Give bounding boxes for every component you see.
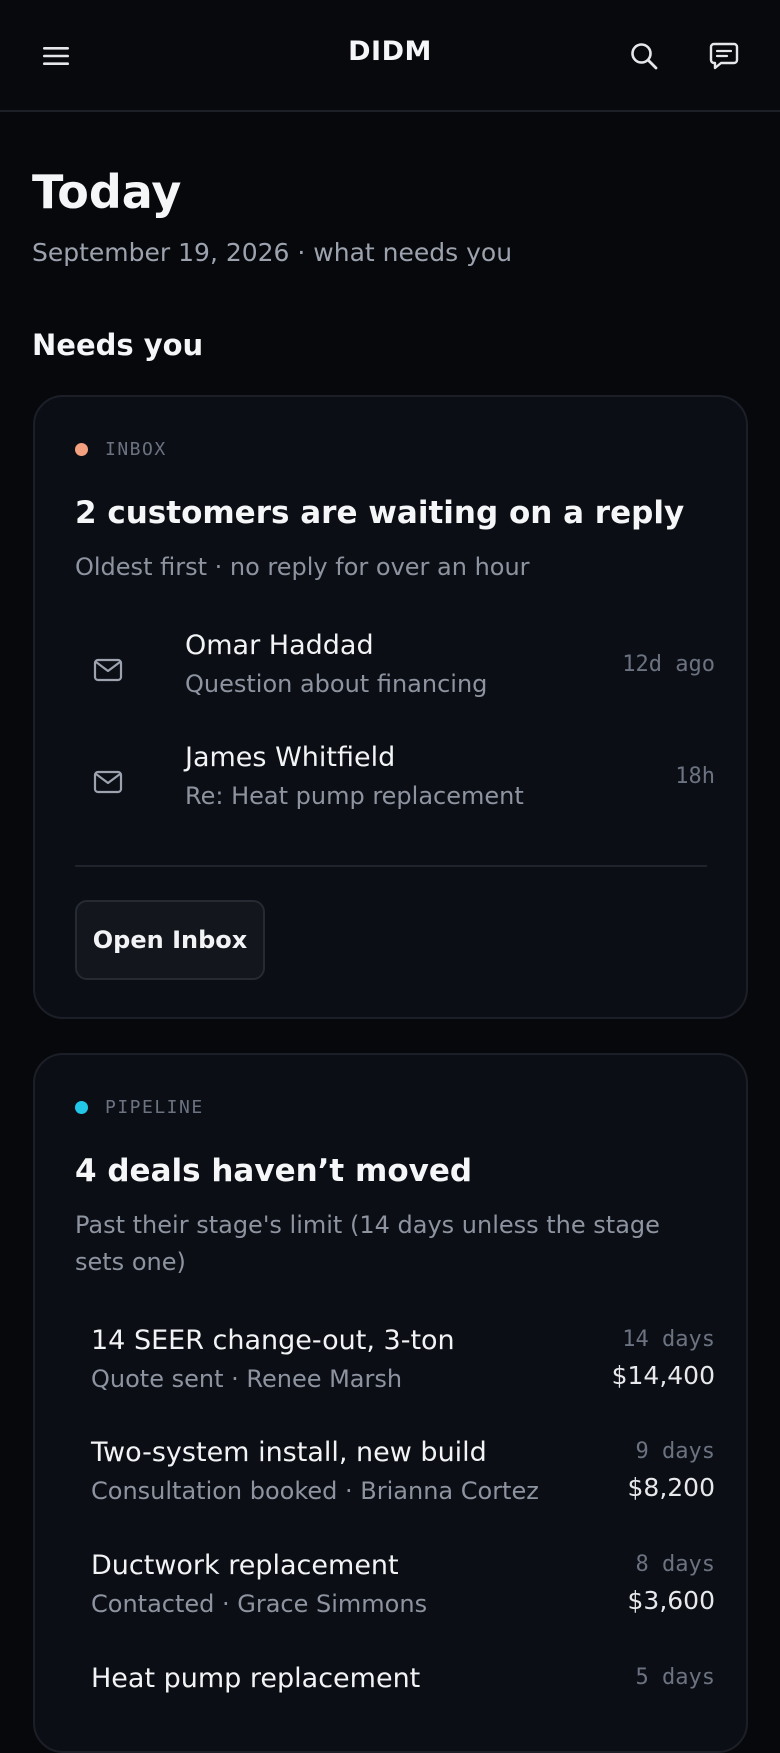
deal-meta: Contacted · Grace Simmons (91, 1590, 428, 1618)
inbox-status-dot (75, 443, 88, 456)
deal-row[interactable]: 14 SEER change-out, 3-ton Quote sent · R… (91, 1325, 715, 1415)
search-button[interactable] (622, 34, 666, 78)
deal-amount: $3,600 (627, 1586, 715, 1615)
deal-row[interactable]: Two-system install, new build Consultati… (91, 1437, 715, 1527)
pipeline-tag: PIPELINE (75, 1097, 204, 1118)
search-icon (631, 43, 658, 70)
mail-icon (93, 658, 123, 682)
open-inbox-button[interactable]: Open Inbox (75, 900, 265, 980)
message-sender: James Whitfield (185, 742, 396, 773)
deal-amount: $14,400 (611, 1361, 715, 1390)
pipeline-status-dot (75, 1101, 88, 1114)
inbox-card-subtitle: Oldest first · no reply for over an hour (75, 553, 530, 581)
inbox-card: INBOX 2 customers are waiting on a reply… (33, 395, 748, 1019)
message-row[interactable]: Omar Haddad Question about financing 12d… (75, 630, 715, 720)
message-sender: Omar Haddad (185, 630, 374, 661)
deal-name: 14 SEER change-out, 3-ton (91, 1325, 455, 1356)
messages-button[interactable] (702, 34, 746, 78)
message-time: 12d ago (622, 652, 715, 677)
inbox-card-title: 2 customers are waiting on a reply (75, 495, 685, 531)
message-subject: Re: Heat pump replacement (185, 782, 524, 810)
pipeline-card-subtitle: Past their stage's limit (14 days unless… (75, 1211, 660, 1276)
deal-amount: $8,200 (627, 1473, 715, 1502)
inbox-tag-label: INBOX (105, 439, 167, 460)
deal-name: Two-system install, new build (91, 1437, 487, 1468)
pipeline-card-title: 4 deals haven’t moved (75, 1153, 473, 1189)
page-subtitle: September 19, 2026 · what needs you (32, 238, 513, 267)
message-row[interactable]: James Whitfield Re: Heat pump replacemen… (75, 742, 715, 832)
pipeline-card: PIPELINE 4 deals haven’t moved Past thei… (33, 1053, 748, 1753)
pipeline-tag-label: PIPELINE (105, 1097, 204, 1118)
top-app-bar: DIDM (0, 0, 780, 112)
deal-meta: Quote sent · Renee Marsh (91, 1365, 403, 1393)
message-subject: Question about financing (185, 670, 488, 698)
chat-icon (709, 42, 739, 70)
deal-days-stalled: 5 days (635, 1665, 715, 1690)
deal-days-stalled: 14 days (622, 1327, 715, 1352)
deal-row[interactable]: Ductwork replacement Contacted · Grace S… (91, 1550, 715, 1640)
message-time: 18h (675, 764, 715, 789)
mail-icon (93, 770, 123, 794)
inbox-tag: INBOX (75, 439, 167, 460)
deal-name: Heat pump replacement (91, 1663, 421, 1694)
deal-days-stalled: 9 days (635, 1439, 715, 1464)
deal-meta: Consultation booked · Brianna Cortez (91, 1477, 539, 1505)
deal-row[interactable]: Heat pump replacement 5 days (91, 1663, 715, 1753)
page-title: Today (32, 165, 182, 219)
section-title: Needs you (32, 328, 204, 362)
card-divider (75, 865, 707, 867)
deal-name: Ductwork replacement (91, 1550, 399, 1581)
deal-days-stalled: 8 days (635, 1552, 715, 1577)
